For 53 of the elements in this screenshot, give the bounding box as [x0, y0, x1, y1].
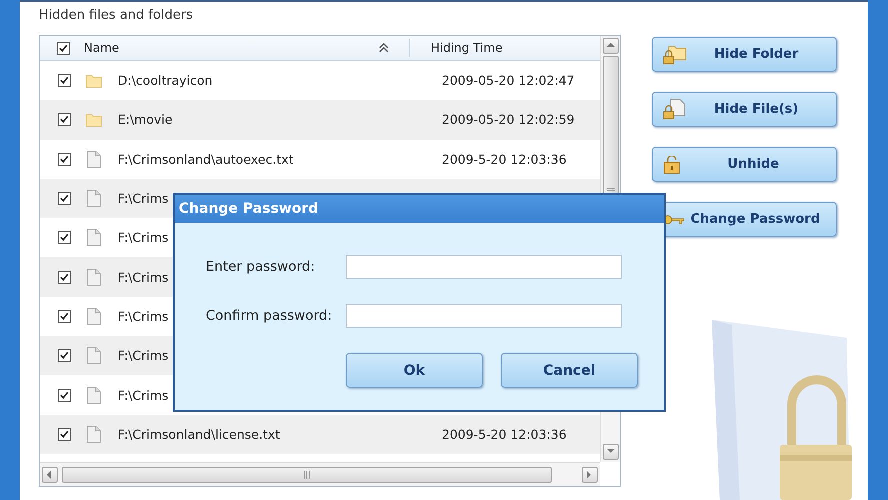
action-button[interactable]: Unhide [652, 147, 837, 182]
file-path: D:\cooltrayicon [118, 73, 213, 88]
password-field[interactable] [346, 255, 622, 279]
row-checkbox[interactable] [58, 428, 71, 441]
select-all-checkbox[interactable] [57, 42, 70, 54]
row-checkbox[interactable] [58, 192, 71, 206]
file-path: F:\Crimsonland\license.txt [118, 426, 280, 442]
folder-icon [86, 74, 102, 88]
file-path: F:\Crims [118, 308, 169, 324]
file-path: F:\Crims [118, 388, 169, 403]
file-icon [87, 386, 101, 404]
folder-lock-icon [663, 44, 687, 64]
row-checkbox[interactable] [58, 231, 71, 244]
file-path: F:\Crims [118, 230, 169, 246]
row-checkbox[interactable] [58, 310, 71, 323]
row-checkbox[interactable] [58, 349, 71, 362]
hiding-time: 2009-5-20 12:03:36 [442, 152, 567, 167]
dialog-title: Change Password [175, 195, 664, 223]
password-field[interactable] [346, 304, 622, 328]
file-icon [87, 150, 101, 168]
row-checkbox[interactable] [58, 152, 71, 166]
row-checkbox[interactable] [58, 388, 71, 402]
file-lock-icon [663, 99, 687, 120]
lock-icon [663, 156, 681, 174]
file-path: F:\Crims [118, 270, 169, 285]
file-icon [87, 190, 101, 208]
dialog-button[interactable]: Ok [346, 353, 483, 388]
file-path: E:\movie [118, 112, 173, 128]
row-checkbox[interactable] [58, 113, 71, 126]
file-icon [87, 229, 101, 246]
action-button[interactable]: Hide Folder [652, 37, 837, 72]
grip-icon [304, 470, 310, 478]
file-path: F:\Crims [118, 348, 169, 364]
file-path: F:\Crimsonland\autoexec.txt [118, 152, 294, 167]
file-icon [87, 308, 101, 325]
hiding-time: 2009-05-20 12:02:47 [442, 73, 575, 88]
row-checkbox[interactable] [58, 74, 71, 88]
dialog-button[interactable]: Cancel [501, 353, 638, 388]
file-icon [87, 268, 101, 286]
section-label: Hidden files and folders [39, 8, 194, 25]
field-label: Confirm password: [206, 308, 334, 324]
field-label: Enter password: [206, 259, 316, 275]
file-path: F:\Crims [118, 191, 169, 206]
file-icon [87, 426, 101, 443]
column-header[interactable]: Hiding Time [431, 41, 503, 55]
horizontal-scrollbar[interactable] [40, 462, 600, 486]
action-button[interactable]: Hide File(s) [652, 92, 837, 127]
folder-icon [86, 112, 102, 127]
column-header[interactable]: Name [84, 41, 379, 55]
hiding-time: 2009-05-20 12:02:59 [442, 112, 575, 128]
row-checkbox[interactable] [58, 270, 71, 284]
hiding-time: 2009-5-20 12:03:36 [442, 426, 567, 442]
file-icon [87, 347, 101, 364]
